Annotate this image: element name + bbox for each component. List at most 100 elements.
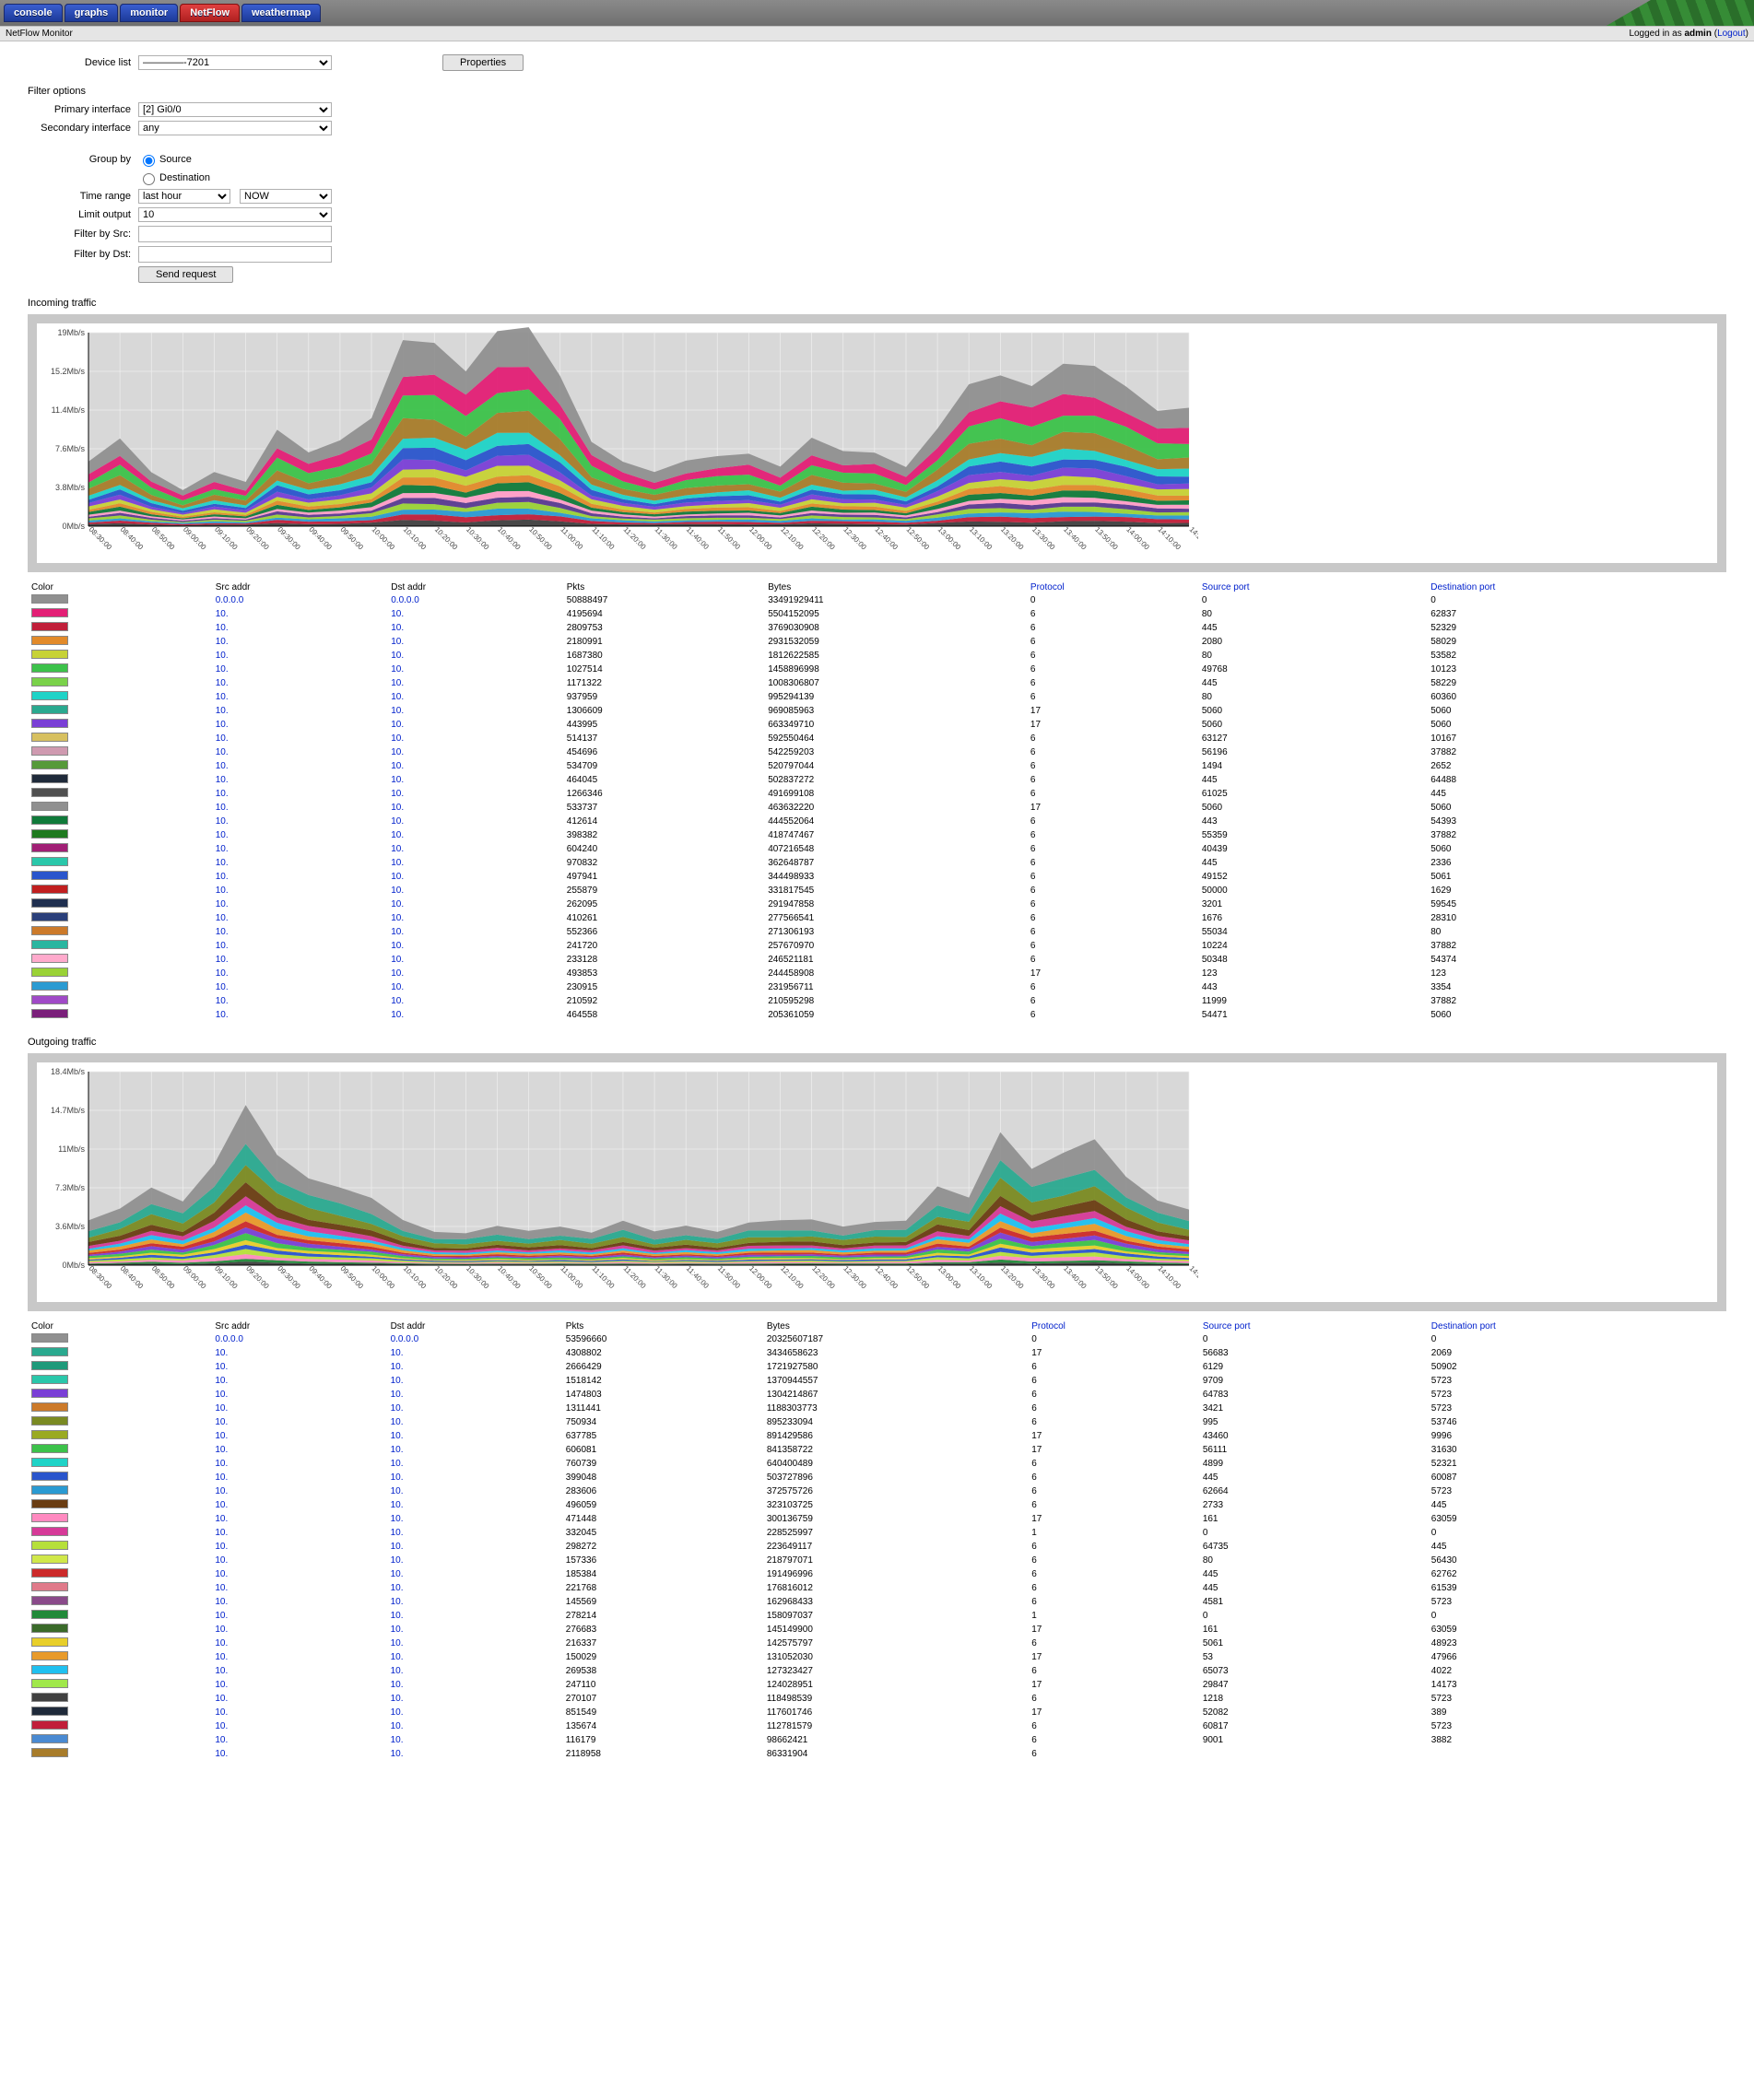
dst-addr-link[interactable]: 10.	[391, 1486, 404, 1496]
src-addr-link[interactable]: 10.	[215, 1376, 228, 1386]
src-addr-link[interactable]: 10.	[216, 1010, 229, 1020]
src-addr-link[interactable]: 10.	[215, 1597, 228, 1607]
src-addr-link[interactable]: 10.	[216, 816, 229, 827]
dst-addr-link[interactable]: 10.	[391, 623, 404, 633]
dst-addr-link[interactable]: 10.	[391, 1735, 404, 1745]
limit-output-select[interactable]: 10	[138, 207, 332, 222]
src-addr-link[interactable]: 10.	[216, 886, 229, 896]
src-addr-link[interactable]: 10.	[215, 1694, 228, 1704]
src-addr-link[interactable]: 0.0.0.0	[215, 1334, 243, 1344]
dst-addr-link[interactable]: 10.	[391, 1390, 404, 1400]
dst-addr-link[interactable]: 10.	[391, 1707, 404, 1718]
src-addr-link[interactable]: 10.	[216, 955, 229, 965]
dst-addr-link[interactable]: 10.	[391, 775, 404, 785]
src-addr-link[interactable]: 10.	[216, 968, 229, 979]
src-addr-link[interactable]: 10.	[216, 858, 229, 868]
src-addr-link[interactable]: 10.	[216, 637, 229, 647]
dst-addr-link[interactable]: 10.	[391, 706, 404, 716]
src-addr-link[interactable]: 10.	[216, 733, 229, 744]
dst-addr-link[interactable]: 10.	[391, 1403, 404, 1414]
groupby-dest-label[interactable]: Destination	[158, 172, 221, 183]
properties-button[interactable]: Properties	[442, 54, 524, 71]
dst-addr-link[interactable]: 10.	[391, 803, 404, 813]
logout-link[interactable]: Logout	[1717, 29, 1746, 39]
dst-addr-link[interactable]: 10.	[391, 844, 404, 854]
src-addr-link[interactable]: 10.	[215, 1528, 228, 1538]
src-addr-link[interactable]: 10.	[216, 927, 229, 937]
tab-weathermap[interactable]: weathermap	[241, 4, 321, 22]
src-addr-link[interactable]: 10.	[216, 664, 229, 675]
src-addr-link[interactable]: 10.	[216, 996, 229, 1006]
tab-netflow[interactable]: NetFlow	[180, 4, 240, 22]
dst-addr-link[interactable]: 10.	[391, 1721, 404, 1731]
src-addr-link[interactable]: 10.	[216, 651, 229, 661]
dst-addr-link[interactable]: 10.	[391, 1500, 404, 1510]
src-addr-link[interactable]: 10.	[216, 913, 229, 923]
src-addr-link[interactable]: 10.	[215, 1459, 228, 1469]
src-addr-link[interactable]: 10.	[216, 803, 229, 813]
src-addr-link[interactable]: 10.	[215, 1500, 228, 1510]
dst-addr-link[interactable]: 10.	[391, 1542, 404, 1552]
src-addr-link[interactable]: 10.	[216, 982, 229, 992]
dst-addr-link[interactable]: 10.	[391, 886, 404, 896]
dst-addr-link[interactable]: 10.	[391, 913, 404, 923]
src-addr-link[interactable]: 10.	[216, 830, 229, 840]
dst-addr-link[interactable]: 10.	[391, 1749, 404, 1759]
src-addr-link[interactable]: 10.	[216, 941, 229, 951]
dst-addr-link[interactable]: 10.	[391, 1680, 404, 1690]
src-addr-link[interactable]: 10.	[215, 1625, 228, 1635]
dst-addr-link[interactable]: 10.	[391, 678, 404, 688]
dst-addr-link[interactable]: 10.	[391, 858, 404, 868]
src-addr-link[interactable]: 10.	[215, 1348, 228, 1358]
dst-addr-link[interactable]: 0.0.0.0	[391, 1334, 419, 1344]
groupby-dest-radio[interactable]	[143, 173, 155, 185]
dst-addr-link[interactable]: 10.	[391, 1376, 404, 1386]
src-addr-link[interactable]: 10.	[215, 1417, 228, 1427]
dst-addr-link[interactable]: 10.	[391, 1010, 404, 1020]
src-addr-link[interactable]: 10.	[216, 623, 229, 633]
src-addr-link[interactable]: 10.	[216, 844, 229, 854]
dst-addr-link[interactable]: 10.	[391, 982, 404, 992]
time-when-select[interactable]: NOW	[240, 189, 332, 204]
send-request-button[interactable]: Send request	[138, 266, 233, 283]
src-addr-link[interactable]: 10.	[216, 706, 229, 716]
src-addr-link[interactable]: 10.	[216, 692, 229, 702]
dst-addr-link[interactable]: 10.	[391, 609, 404, 619]
dst-addr-link[interactable]: 10.	[391, 1638, 404, 1648]
src-addr-link[interactable]: 10.	[216, 678, 229, 688]
dst-addr-link[interactable]: 10.	[391, 789, 404, 799]
src-addr-link[interactable]: 10.	[215, 1721, 228, 1731]
src-addr-link[interactable]: 10.	[215, 1666, 228, 1676]
dst-addr-link[interactable]: 10.	[391, 1666, 404, 1676]
src-addr-link[interactable]: 10.	[216, 720, 229, 730]
src-addr-link[interactable]: 10.	[215, 1735, 228, 1745]
dst-addr-link[interactable]: 10.	[391, 1694, 404, 1704]
tab-graphs[interactable]: graphs	[65, 4, 119, 22]
dst-addr-link[interactable]: 10.	[391, 733, 404, 744]
src-addr-link[interactable]: 0.0.0.0	[216, 595, 244, 605]
dst-addr-link[interactable]: 10.	[391, 1362, 404, 1372]
tab-monitor[interactable]: monitor	[120, 4, 178, 22]
groupby-source-radio[interactable]	[143, 155, 155, 167]
dst-addr-link[interactable]: 10.	[391, 899, 404, 909]
dst-addr-link[interactable]: 10.	[391, 1625, 404, 1635]
src-addr-link[interactable]: 10.	[216, 775, 229, 785]
src-addr-link[interactable]: 10.	[215, 1390, 228, 1400]
primary-if-select[interactable]: [2] Gi0/0	[138, 102, 332, 117]
src-addr-link[interactable]: 10.	[216, 789, 229, 799]
src-addr-link[interactable]: 10.	[216, 899, 229, 909]
dst-addr-link[interactable]: 10.	[391, 651, 404, 661]
dst-addr-link[interactable]: 10.	[391, 720, 404, 730]
src-addr-link[interactable]: 10.	[215, 1555, 228, 1566]
dst-addr-link[interactable]: 10.	[391, 996, 404, 1006]
groupby-source-label[interactable]: Source	[158, 154, 203, 165]
src-addr-link[interactable]: 10.	[215, 1652, 228, 1662]
dst-addr-link[interactable]: 10.	[391, 1459, 404, 1469]
src-addr-link[interactable]: 10.	[216, 747, 229, 757]
dst-addr-link[interactable]: 10.	[391, 927, 404, 937]
dst-addr-link[interactable]: 10.	[391, 1555, 404, 1566]
dst-addr-link[interactable]: 10.	[391, 1445, 404, 1455]
src-addr-link[interactable]: 10.	[216, 609, 229, 619]
dst-addr-link[interactable]: 10.	[391, 968, 404, 979]
dst-addr-link[interactable]: 10.	[391, 1348, 404, 1358]
